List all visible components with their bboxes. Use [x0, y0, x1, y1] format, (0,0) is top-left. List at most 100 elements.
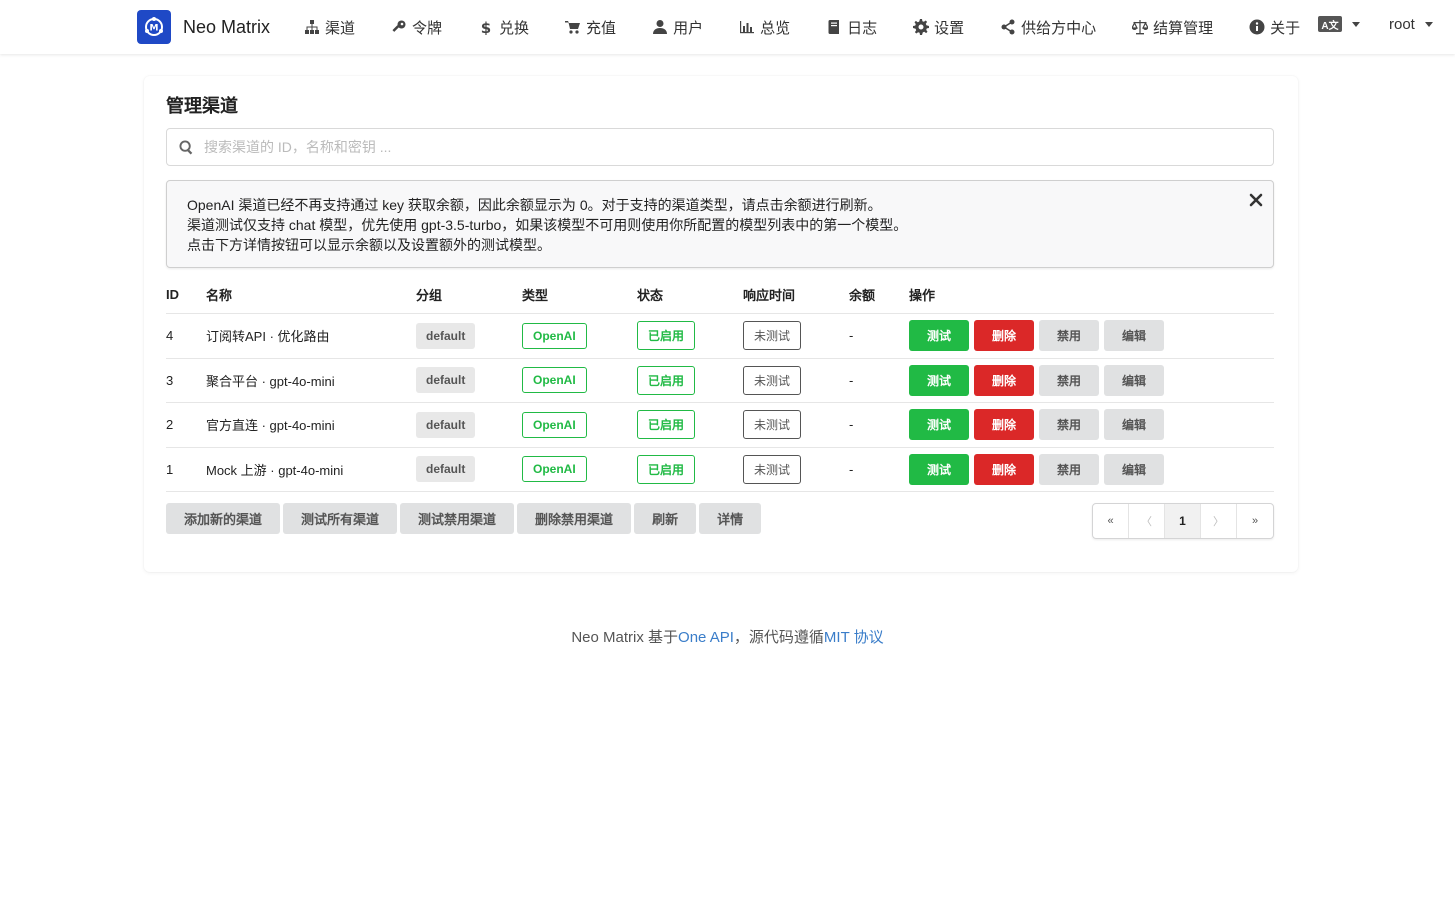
table-header: ID 名称 分组 类型 状态 响应时间 余额 操作	[166, 276, 1274, 314]
close-icon[interactable]	[1249, 193, 1263, 207]
group-badge: default	[416, 456, 476, 483]
mit-license-link[interactable]: MIT 协议	[824, 629, 884, 646]
cell-id: 4	[166, 328, 174, 344]
col-status[interactable]: 状态	[637, 285, 743, 304]
nav-overview[interactable]: 总览	[739, 17, 790, 38]
delete-button[interactable]: 删除	[974, 453, 1034, 485]
col-group[interactable]: 分组	[416, 285, 522, 304]
details-button[interactable]: 详情	[699, 503, 762, 534]
notice-line-1: OpenAI 渠道已经不再支持通过 key 获取余额，因此余额显示为 0。对于支…	[187, 197, 882, 213]
col-type[interactable]: 类型	[522, 285, 637, 304]
col-name[interactable]: 名称	[206, 285, 416, 304]
disable-button[interactable]: 禁用	[1039, 320, 1099, 352]
edit-button[interactable]: 编辑	[1104, 320, 1164, 352]
nav-tokens[interactable]: 令牌	[391, 17, 442, 38]
footer: Neo Matrix 基于One API，源代码遵循MIT 协议	[0, 626, 1455, 647]
nav-logs-label: 日志	[847, 19, 878, 37]
user-dropdown[interactable]: root	[1389, 16, 1433, 33]
nav-redeem[interactable]: $ 兑换	[478, 17, 529, 38]
cell-name: 官方直连 · gpt-4o-mini	[206, 418, 335, 434]
status-badge: 已启用	[637, 321, 696, 351]
table-row: 4 订阅转API · 优化路由 default OpenAI 已启用 未测试 -…	[166, 314, 1274, 359]
language-dropdown[interactable]: A文	[1318, 16, 1360, 32]
test-button[interactable]: 测试	[909, 453, 969, 485]
channels-table: ID 名称 分组 类型 状态 响应时间 余额 操作 4 订阅转API · 优化路…	[166, 276, 1274, 492]
disable-button[interactable]: 禁用	[1039, 409, 1099, 441]
page-prev-button[interactable]: 〈	[1129, 504, 1165, 538]
nav-topup[interactable]: 充值	[565, 17, 616, 38]
notice-line-3: 点击下方详情按钮可以显示余额以及设置额外的测试模型。	[187, 237, 551, 253]
delete-button[interactable]: 删除	[974, 320, 1034, 352]
page-last-button[interactable]: »	[1237, 504, 1273, 538]
edit-button[interactable]: 编辑	[1104, 453, 1164, 485]
nav-settings[interactable]: 设置	[913, 17, 964, 38]
nav-channels[interactable]: 渠道	[304, 17, 355, 38]
nav-supplier-center[interactable]: 供给方中心	[1000, 17, 1096, 38]
cell-balance[interactable]: -	[849, 417, 909, 432]
test-button[interactable]: 测试	[909, 320, 969, 352]
top-navbar: M Neo Matrix 渠道 令牌 $ 兑换 充值 用户 总览 日志 设置 供…	[0, 0, 1455, 54]
page-current[interactable]: 1	[1165, 504, 1201, 538]
info-icon	[1249, 19, 1265, 35]
table-row: 1 Mock 上游 · gpt-4o-mini default OpenAI 已…	[166, 448, 1274, 492]
test-button[interactable]: 测试	[909, 409, 969, 441]
nav-logs[interactable]: 日志	[826, 17, 877, 38]
type-badge: OpenAI	[522, 456, 587, 483]
logo-icon: M	[137, 10, 171, 44]
disable-button[interactable]: 禁用	[1039, 364, 1099, 396]
translate-icon: A文	[1318, 16, 1342, 32]
nav-settings-label: 设置	[934, 19, 965, 37]
col-id[interactable]: ID	[166, 287, 206, 302]
col-response-time[interactable]: 响应时间	[743, 285, 849, 304]
test-disabled-button[interactable]: 测试禁用渠道	[400, 503, 515, 534]
key-icon	[392, 20, 406, 32]
nav-tokens-label: 令牌	[412, 19, 443, 37]
search-input[interactable]	[204, 139, 1244, 155]
cell-id: 2	[166, 417, 174, 433]
user-icon	[653, 20, 668, 34]
share-icon	[1001, 19, 1015, 35]
col-ops: 操作	[909, 288, 936, 303]
test-button[interactable]: 测试	[909, 364, 969, 396]
edit-button[interactable]: 编辑	[1104, 409, 1164, 441]
col-balance[interactable]: 余额	[849, 285, 909, 304]
page-first-button[interactable]: «	[1093, 504, 1129, 538]
nav-supplier-center-label: 供给方中心	[1021, 19, 1097, 37]
disable-button[interactable]: 禁用	[1039, 453, 1099, 485]
group-badge: default	[416, 411, 476, 438]
nav-redeem-label: 兑换	[499, 19, 530, 37]
table-row: 2 官方直连 · gpt-4o-mini default OpenAI 已启用 …	[166, 403, 1274, 448]
user-name: root	[1389, 16, 1415, 33]
channels-card: 管理渠道 OpenAI 渠道已经不再支持通过 key 获取余额，因此余额显示为 …	[144, 76, 1298, 572]
cell-balance[interactable]: -	[849, 373, 909, 388]
nav-overview-label: 总览	[760, 19, 791, 37]
cell-name: 聚合平台 · gpt-4o-mini	[206, 373, 335, 389]
dollar-icon: $	[481, 19, 491, 35]
delete-button[interactable]: 删除	[974, 364, 1034, 396]
nav-about[interactable]: 关于	[1249, 17, 1300, 38]
response-time-badge: 未测试	[743, 410, 802, 440]
nav-users[interactable]: 用户	[652, 17, 703, 38]
footer-prefix: Neo Matrix 基于	[571, 629, 679, 646]
search-icon	[179, 139, 193, 155]
one-api-link[interactable]: One API	[678, 629, 734, 646]
refresh-button[interactable]: 刷新	[634, 503, 697, 534]
edit-button[interactable]: 编辑	[1104, 364, 1164, 396]
nav-settlement-label: 结算管理	[1153, 19, 1214, 37]
add-channel-button[interactable]: 添加新的渠道	[166, 503, 281, 534]
balance-scale-icon	[1132, 20, 1149, 35]
brand[interactable]: M Neo Matrix	[137, 10, 270, 44]
cell-name: 订阅转API · 优化路由	[206, 329, 330, 345]
test-all-button[interactable]: 测试所有渠道	[283, 503, 398, 534]
delete-disabled-button[interactable]: 删除禁用渠道	[517, 503, 632, 534]
svg-text:$: $	[481, 19, 491, 35]
search-box[interactable]	[166, 128, 1274, 166]
cell-name: Mock 上游 · gpt-4o-mini	[206, 462, 344, 478]
delete-button[interactable]: 删除	[974, 409, 1034, 441]
status-badge: 已启用	[637, 454, 696, 484]
cell-balance[interactable]: -	[849, 462, 909, 477]
page-next-button[interactable]: 〉	[1201, 504, 1237, 538]
cell-balance[interactable]: -	[849, 328, 909, 343]
nav-settlement[interactable]: 结算管理	[1132, 17, 1213, 38]
nav-users-label: 用户	[673, 19, 704, 37]
